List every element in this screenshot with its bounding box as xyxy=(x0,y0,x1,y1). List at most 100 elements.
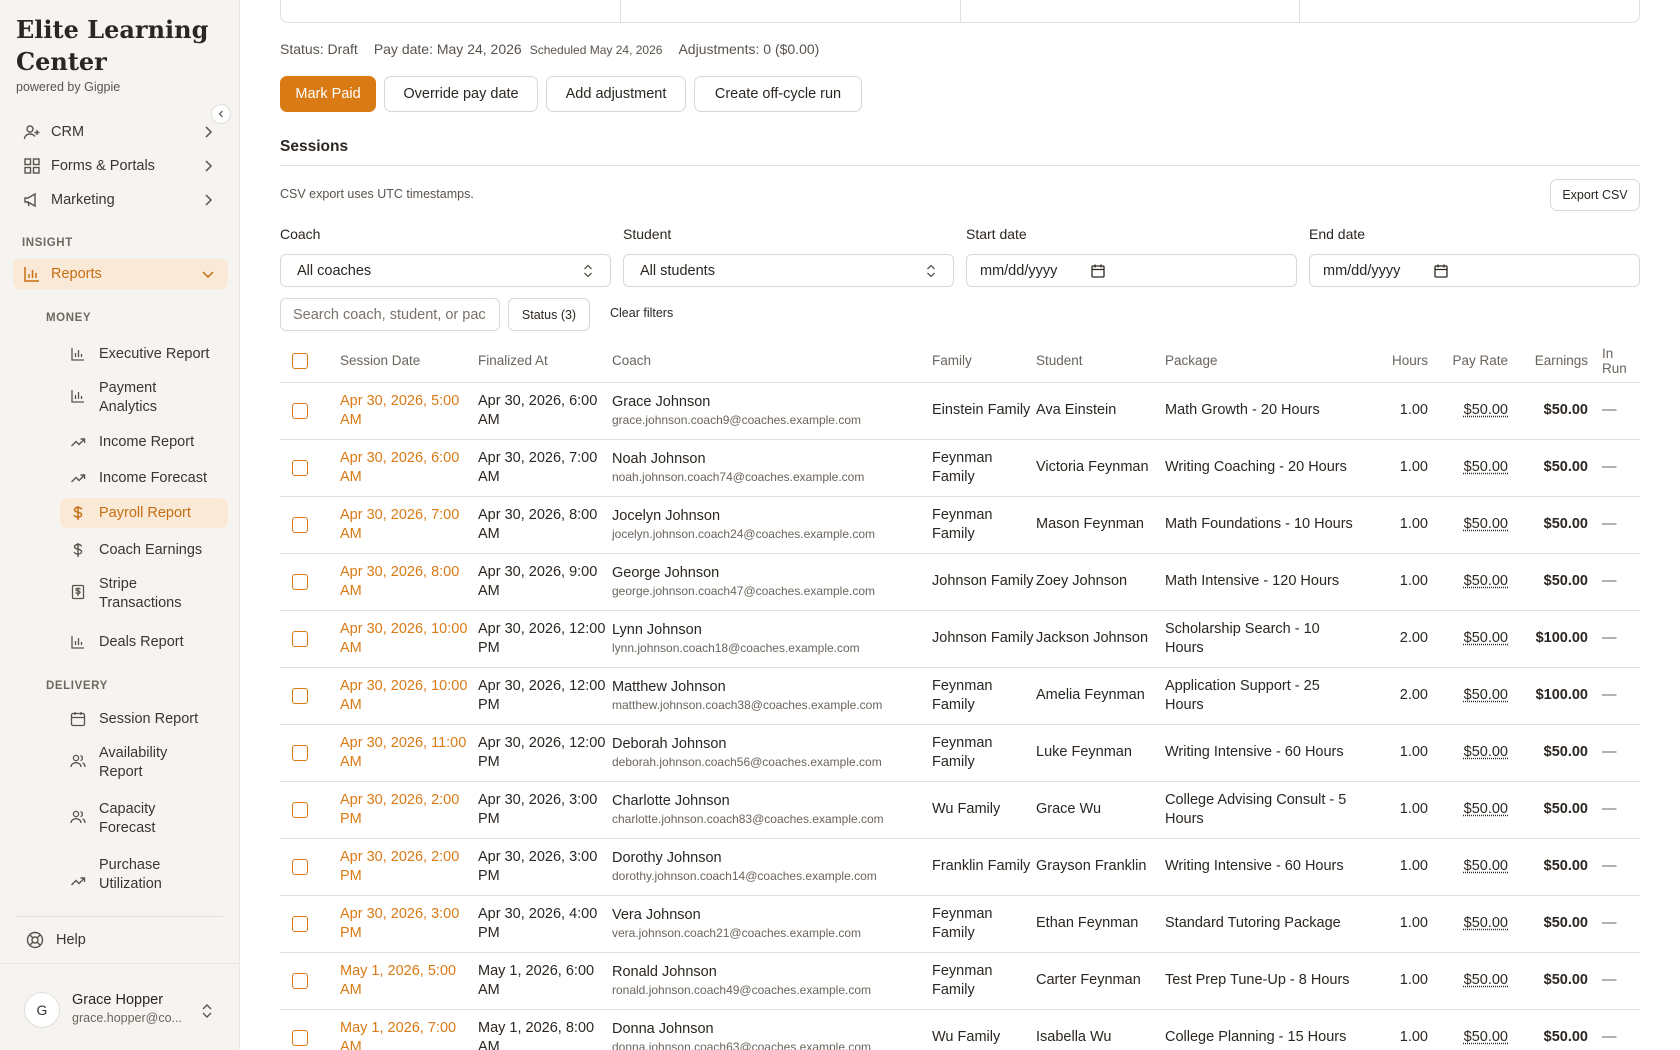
sidebar-item-coach-earnings[interactable]: Coach Earnings xyxy=(60,536,228,564)
row-checkbox[interactable] xyxy=(292,744,308,761)
export-csv-button[interactable]: Export CSV xyxy=(1550,179,1640,211)
status-filter-button[interactable]: Status (3) xyxy=(508,298,590,331)
table-row[interactable]: Apr 30, 2026, 7:00 AM Apr 30, 2026, 8:00 … xyxy=(280,496,1640,554)
row-checkbox[interactable] xyxy=(292,858,308,875)
row-checkbox[interactable] xyxy=(292,402,308,419)
mark-paid-button[interactable]: Mark Paid xyxy=(280,76,376,112)
session-date[interactable]: Apr 30, 2026, 2:00 PM xyxy=(340,838,478,896)
sidebar-item-income-forecast[interactable]: Income Forecast xyxy=(60,464,228,492)
table-row[interactable]: May 1, 2026, 5:00 AM May 1, 2026, 6:00 AM… xyxy=(280,952,1640,1010)
row-checkbox[interactable] xyxy=(292,516,308,533)
header-session-date[interactable]: Session Date xyxy=(340,340,478,383)
user-menu[interactable]: G Grace Hopper grace.hopper@co... xyxy=(0,963,240,1050)
table-row[interactable]: Apr 30, 2026, 5:00 AM Apr 30, 2026, 6:00 … xyxy=(280,382,1640,440)
in-run: — xyxy=(1588,895,1640,953)
row-checkbox[interactable] xyxy=(292,630,308,647)
session-date[interactable]: Apr 30, 2026, 10:00 AM xyxy=(340,610,478,668)
pay-rate[interactable]: $50.00 xyxy=(1464,858,1508,874)
student: Ava Einstein xyxy=(1036,382,1165,440)
student-select[interactable]: All students xyxy=(623,254,954,287)
header-student[interactable]: Student xyxy=(1036,340,1165,383)
nav-item-crm[interactable]: CRM xyxy=(13,117,228,147)
package: Writing Intensive - 60 Hours xyxy=(1165,838,1360,896)
help-label: Help xyxy=(56,932,86,948)
sidebar-item-payment-analytics[interactable]: Payment Analytics xyxy=(60,376,228,420)
end-date-input[interactable]: mm/dd/yyyy xyxy=(1309,254,1640,287)
in-run: — xyxy=(1588,952,1640,1010)
row-checkbox[interactable] xyxy=(292,459,308,476)
pay-rate[interactable]: $50.00 xyxy=(1464,915,1508,931)
sidebar-item-stripe-transactions[interactable]: Stripe Transactions xyxy=(60,572,228,616)
override-pay-date-button[interactable]: Override pay date xyxy=(384,76,538,112)
start-date-input[interactable]: mm/dd/yyyy xyxy=(966,254,1297,287)
session-date[interactable]: Apr 30, 2026, 7:00 AM xyxy=(340,496,478,554)
sidebar-item-availability-report[interactable]: Availability Report xyxy=(60,741,228,785)
sidebar-item-executive-report[interactable]: Executive Report xyxy=(60,340,228,368)
add-adjustment-button[interactable]: Add adjustment xyxy=(546,76,686,112)
session-date[interactable]: Apr 30, 2026, 8:00 AM xyxy=(340,553,478,611)
coach-select[interactable]: All coaches xyxy=(280,254,611,287)
pay-rate[interactable]: $50.00 xyxy=(1464,687,1508,703)
sidebar-item-session-report[interactable]: Session Report xyxy=(60,705,228,733)
row-checkbox[interactable] xyxy=(292,1029,308,1046)
create-off-cycle-run-button[interactable]: Create off-cycle run xyxy=(694,76,862,112)
header-pay-rate[interactable]: Pay Rate xyxy=(1428,340,1508,383)
sidebar-item-capacity-forecast[interactable]: Capacity Forecast xyxy=(60,797,228,841)
session-date[interactable]: Apr 30, 2026, 5:00 AM xyxy=(340,382,478,440)
table-row[interactable]: Apr 30, 2026, 2:00 PM Apr 30, 2026, 3:00 … xyxy=(280,781,1640,839)
table-row[interactable]: Apr 30, 2026, 3:00 PM Apr 30, 2026, 4:00 … xyxy=(280,895,1640,953)
header-coach[interactable]: Coach xyxy=(612,340,932,383)
session-date[interactable]: May 1, 2026, 5:00 AM xyxy=(340,952,478,1010)
table-row[interactable]: Apr 30, 2026, 2:00 PM Apr 30, 2026, 3:00 … xyxy=(280,838,1640,896)
pay-rate[interactable]: $50.00 xyxy=(1464,516,1508,532)
sidebar-item-deals-report[interactable]: Deals Report xyxy=(60,628,228,656)
row-checkbox[interactable] xyxy=(292,573,308,590)
session-date[interactable]: Apr 30, 2026, 3:00 PM xyxy=(340,895,478,953)
header-in-run[interactable]: In Run xyxy=(1588,340,1640,383)
divider xyxy=(280,165,1640,166)
header-family[interactable]: Family xyxy=(932,340,1036,383)
pay-rate[interactable]: $50.00 xyxy=(1464,573,1508,589)
pay-rate[interactable]: $50.00 xyxy=(1464,972,1508,988)
table-row[interactable]: Apr 30, 2026, 8:00 AM Apr 30, 2026, 9:00 … xyxy=(280,553,1640,611)
session-date[interactable]: Apr 30, 2026, 11:00 AM xyxy=(340,724,478,782)
table-row[interactable]: May 1, 2026, 7:00 AM May 1, 2026, 8:00 AM… xyxy=(280,1009,1640,1050)
pay-rate[interactable]: $50.00 xyxy=(1464,459,1508,475)
nav-item-reports[interactable]: Reports xyxy=(13,259,228,289)
table-row[interactable]: Apr 30, 2026, 10:00 AM Apr 30, 2026, 12:0… xyxy=(280,610,1640,668)
student: Ethan Feynman xyxy=(1036,895,1165,953)
session-date[interactable]: Apr 30, 2026, 2:00 PM xyxy=(340,781,478,839)
sidebar-item-purchase-utilization[interactable]: Purchase Utilization xyxy=(60,853,228,897)
header-package[interactable]: Package xyxy=(1165,340,1360,383)
header-finalized-at[interactable]: Finalized At xyxy=(478,340,612,383)
table-row[interactable]: Apr 30, 2026, 11:00 AM Apr 30, 2026, 12:0… xyxy=(280,724,1640,782)
select-all-checkbox[interactable] xyxy=(292,352,308,369)
pay-rate[interactable]: $50.00 xyxy=(1464,801,1508,817)
row-checkbox[interactable] xyxy=(292,687,308,704)
table-row[interactable]: Apr 30, 2026, 6:00 AM Apr 30, 2026, 7:00 … xyxy=(280,439,1640,497)
session-date[interactable]: Apr 30, 2026, 10:00 AM xyxy=(340,667,478,725)
calendar-icon[interactable] xyxy=(1091,264,1105,278)
pay-rate[interactable]: $50.00 xyxy=(1464,744,1508,760)
row-checkbox[interactable] xyxy=(292,915,308,932)
clear-filters-link[interactable]: Clear filters xyxy=(610,306,673,320)
calendar-icon[interactable] xyxy=(1434,264,1448,278)
header-earnings[interactable]: Earnings xyxy=(1508,340,1588,383)
session-date[interactable]: Apr 30, 2026, 6:00 AM xyxy=(340,439,478,497)
help-link[interactable]: Help xyxy=(26,931,86,949)
header-hours[interactable]: Hours xyxy=(1360,340,1428,383)
session-date[interactable]: May 1, 2026, 7:00 AM xyxy=(340,1009,478,1050)
pay-rate[interactable]: $50.00 xyxy=(1464,1029,1508,1045)
row-checkbox[interactable] xyxy=(292,972,308,989)
sidebar-item-income-report[interactable]: Income Report xyxy=(60,428,228,456)
sidebar-item-payroll-report[interactable]: Payroll Report xyxy=(60,498,228,528)
table-row[interactable]: Apr 30, 2026, 10:00 AM Apr 30, 2026, 12:0… xyxy=(280,667,1640,725)
pay-rate[interactable]: $50.00 xyxy=(1464,402,1508,418)
row-checkbox[interactable] xyxy=(292,801,308,818)
pay-rate[interactable]: $50.00 xyxy=(1464,630,1508,646)
search-input[interactable] xyxy=(280,298,500,331)
nav-item-marketing[interactable]: Marketing xyxy=(13,185,228,215)
nav-item-forms-portals[interactable]: Forms & Portals xyxy=(13,151,228,181)
hours: 1.00 xyxy=(1360,724,1428,782)
coach-name: Noah Johnson xyxy=(612,450,706,467)
